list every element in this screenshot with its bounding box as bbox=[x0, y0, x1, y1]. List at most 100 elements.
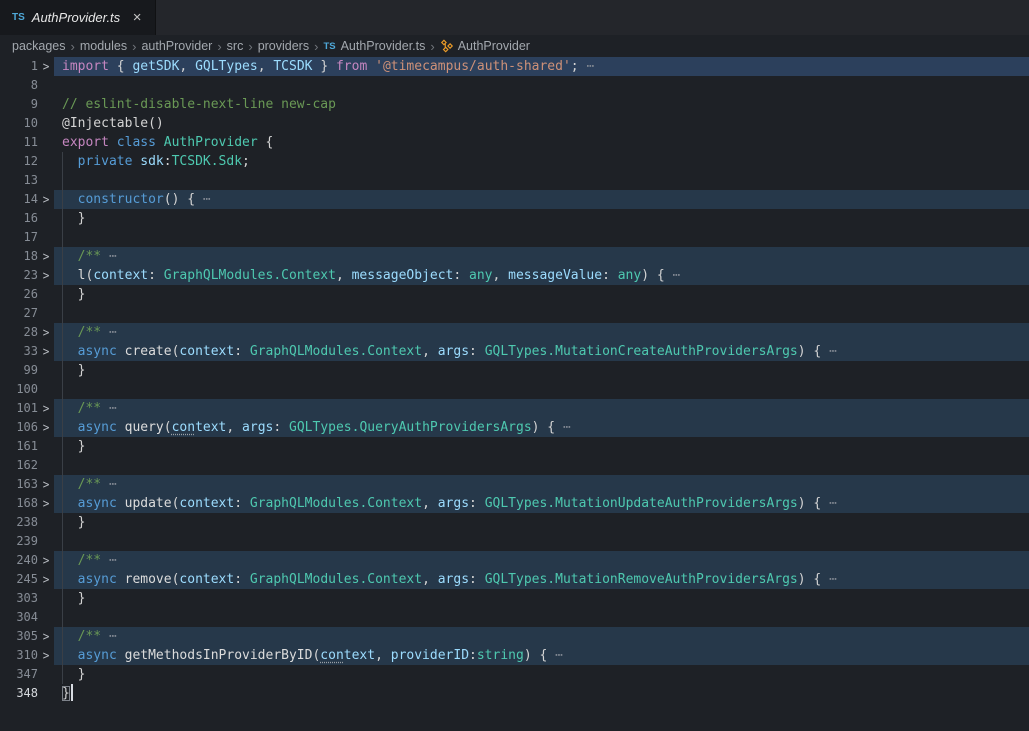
code-line-100[interactable]: 100 bbox=[0, 380, 1029, 399]
line-number[interactable]: 106 bbox=[0, 418, 38, 437]
code-line-9[interactable]: 9 // eslint-disable-next-line new-cap bbox=[0, 95, 1029, 114]
breadcrumb-item-modules[interactable]: modules bbox=[80, 39, 127, 53]
code-content[interactable]: async update(context: GraphQLModules.Con… bbox=[54, 494, 1029, 513]
code-content[interactable] bbox=[54, 76, 1029, 95]
line-number[interactable]: 168 bbox=[0, 494, 38, 513]
code-line-305[interactable]: 305> /** ⋯ bbox=[0, 627, 1029, 646]
line-number[interactable]: 161 bbox=[0, 437, 38, 456]
code-content[interactable]: // eslint-disable-next-line new-cap bbox=[54, 95, 1029, 114]
code-line-310[interactable]: 310> async getMethodsInProviderByID(cont… bbox=[0, 646, 1029, 665]
code-content[interactable] bbox=[54, 532, 1029, 551]
code-line-162[interactable]: 162 bbox=[0, 456, 1029, 475]
line-number[interactable]: 238 bbox=[0, 513, 38, 532]
code-line-163[interactable]: 163> /** ⋯ bbox=[0, 475, 1029, 494]
line-number[interactable]: 304 bbox=[0, 608, 38, 627]
code-content[interactable]: /** ⋯ bbox=[54, 475, 1029, 494]
code-content[interactable]: /** ⋯ bbox=[54, 551, 1029, 570]
breadcrumb-item-authprovider[interactable]: authProvider bbox=[141, 39, 212, 53]
code-content[interactable]: /** ⋯ bbox=[54, 627, 1029, 646]
line-number[interactable]: 17 bbox=[0, 228, 38, 247]
code-content[interactable]: @Injectable() bbox=[54, 114, 1029, 133]
line-number[interactable]: 27 bbox=[0, 304, 38, 323]
code-content[interactable] bbox=[54, 228, 1029, 247]
code-line-239[interactable]: 239 bbox=[0, 532, 1029, 551]
code-content[interactable] bbox=[54, 456, 1029, 475]
line-number[interactable]: 99 bbox=[0, 361, 38, 380]
close-icon[interactable]: × bbox=[129, 10, 145, 25]
code-content[interactable]: } bbox=[54, 589, 1029, 608]
code-line-168[interactable]: 168> async update(context: GraphQLModule… bbox=[0, 494, 1029, 513]
line-number[interactable]: 239 bbox=[0, 532, 38, 551]
fold-chevron-icon[interactable]: > bbox=[38, 341, 54, 363]
code-line-17[interactable]: 17 bbox=[0, 228, 1029, 247]
code-content[interactable] bbox=[54, 171, 1029, 190]
line-number[interactable]: 16 bbox=[0, 209, 38, 228]
code-line-26[interactable]: 26 } bbox=[0, 285, 1029, 304]
code-line-11[interactable]: 11export class AuthProvider { bbox=[0, 133, 1029, 152]
line-number[interactable]: 28 bbox=[0, 323, 38, 342]
code-content[interactable]: async create(context: GraphQLModules.Con… bbox=[54, 342, 1029, 361]
line-number[interactable]: 310 bbox=[0, 646, 38, 665]
code-line-8[interactable]: 8 bbox=[0, 76, 1029, 95]
code-content[interactable]: /** ⋯ bbox=[54, 399, 1029, 418]
line-number[interactable]: 11 bbox=[0, 133, 38, 152]
code-content[interactable]: async remove(context: GraphQLModules.Con… bbox=[54, 570, 1029, 589]
code-content[interactable]: private sdk:TCSDK.Sdk; bbox=[54, 152, 1029, 171]
breadcrumb-item-packages[interactable]: packages bbox=[12, 39, 66, 53]
code-content[interactable]: async getMethodsInProviderByID(context, … bbox=[54, 646, 1029, 665]
breadcrumb-item-authprovider-ts[interactable]: TSAuthProvider.ts bbox=[323, 39, 425, 53]
breadcrumb-item-providers[interactable]: providers bbox=[258, 39, 309, 53]
fold-chevron-icon[interactable]: > bbox=[38, 189, 54, 211]
code-content[interactable]: } bbox=[54, 285, 1029, 304]
line-number[interactable]: 14 bbox=[0, 190, 38, 209]
fold-chevron-icon[interactable]: > bbox=[38, 645, 54, 667]
code-content[interactable]: } bbox=[54, 665, 1029, 684]
code-line-303[interactable]: 303 } bbox=[0, 589, 1029, 608]
code-line-12[interactable]: 12 private sdk:TCSDK.Sdk; bbox=[0, 152, 1029, 171]
code-content[interactable]: l(context: GraphQLModules.Context, messa… bbox=[54, 266, 1029, 285]
code-line-13[interactable]: 13 bbox=[0, 171, 1029, 190]
line-number[interactable]: 10 bbox=[0, 114, 38, 133]
code-line-348[interactable]: 348} bbox=[0, 684, 1029, 703]
line-number[interactable]: 305 bbox=[0, 627, 38, 646]
tab-authprovider-ts[interactable]: TS AuthProvider.ts × bbox=[0, 0, 156, 35]
breadcrumb-item-authprovider[interactable]: AuthProvider bbox=[440, 39, 530, 53]
code-content[interactable]: } bbox=[54, 437, 1029, 456]
line-number[interactable]: 23 bbox=[0, 266, 38, 285]
line-number[interactable]: 12 bbox=[0, 152, 38, 171]
code-content[interactable]: import { getSDK, GQLTypes, TCSDK } from … bbox=[54, 57, 1029, 76]
line-number[interactable]: 240 bbox=[0, 551, 38, 570]
code-content[interactable] bbox=[54, 380, 1029, 399]
line-number[interactable]: 162 bbox=[0, 456, 38, 475]
code-line-33[interactable]: 33> async create(context: GraphQLModules… bbox=[0, 342, 1029, 361]
code-content[interactable]: } bbox=[54, 513, 1029, 532]
code-line-10[interactable]: 10 @Injectable() bbox=[0, 114, 1029, 133]
code-line-99[interactable]: 99 } bbox=[0, 361, 1029, 380]
line-number[interactable]: 33 bbox=[0, 342, 38, 361]
code-line-161[interactable]: 161 } bbox=[0, 437, 1029, 456]
line-number[interactable]: 347 bbox=[0, 665, 38, 684]
code-content[interactable] bbox=[54, 608, 1029, 627]
line-number[interactable]: 303 bbox=[0, 589, 38, 608]
fold-chevron-icon[interactable]: > bbox=[38, 569, 54, 591]
line-number[interactable]: 1 bbox=[0, 57, 38, 76]
code-content[interactable]: async query(context, args: GQLTypes.Quer… bbox=[54, 418, 1029, 437]
line-number[interactable]: 101 bbox=[0, 399, 38, 418]
line-number[interactable]: 26 bbox=[0, 285, 38, 304]
line-number[interactable]: 13 bbox=[0, 171, 38, 190]
code-line-28[interactable]: 28> /** ⋯ bbox=[0, 323, 1029, 342]
line-number[interactable]: 163 bbox=[0, 475, 38, 494]
code-line-18[interactable]: 18> /** ⋯ bbox=[0, 247, 1029, 266]
code-line-304[interactable]: 304 bbox=[0, 608, 1029, 627]
line-number[interactable]: 8 bbox=[0, 76, 38, 95]
code-line-245[interactable]: 245> async remove(context: GraphQLModule… bbox=[0, 570, 1029, 589]
code-line-240[interactable]: 240> /** ⋯ bbox=[0, 551, 1029, 570]
code-line-101[interactable]: 101> /** ⋯ bbox=[0, 399, 1029, 418]
line-number[interactable]: 348 bbox=[0, 684, 38, 703]
code-line-1[interactable]: 1>import { getSDK, GQLTypes, TCSDK } fro… bbox=[0, 57, 1029, 76]
code-content[interactable] bbox=[54, 304, 1029, 323]
fold-chevron-icon[interactable]: > bbox=[38, 265, 54, 287]
line-number[interactable]: 9 bbox=[0, 95, 38, 114]
code-line-14[interactable]: 14> constructor() { ⋯ bbox=[0, 190, 1029, 209]
line-number[interactable]: 18 bbox=[0, 247, 38, 266]
